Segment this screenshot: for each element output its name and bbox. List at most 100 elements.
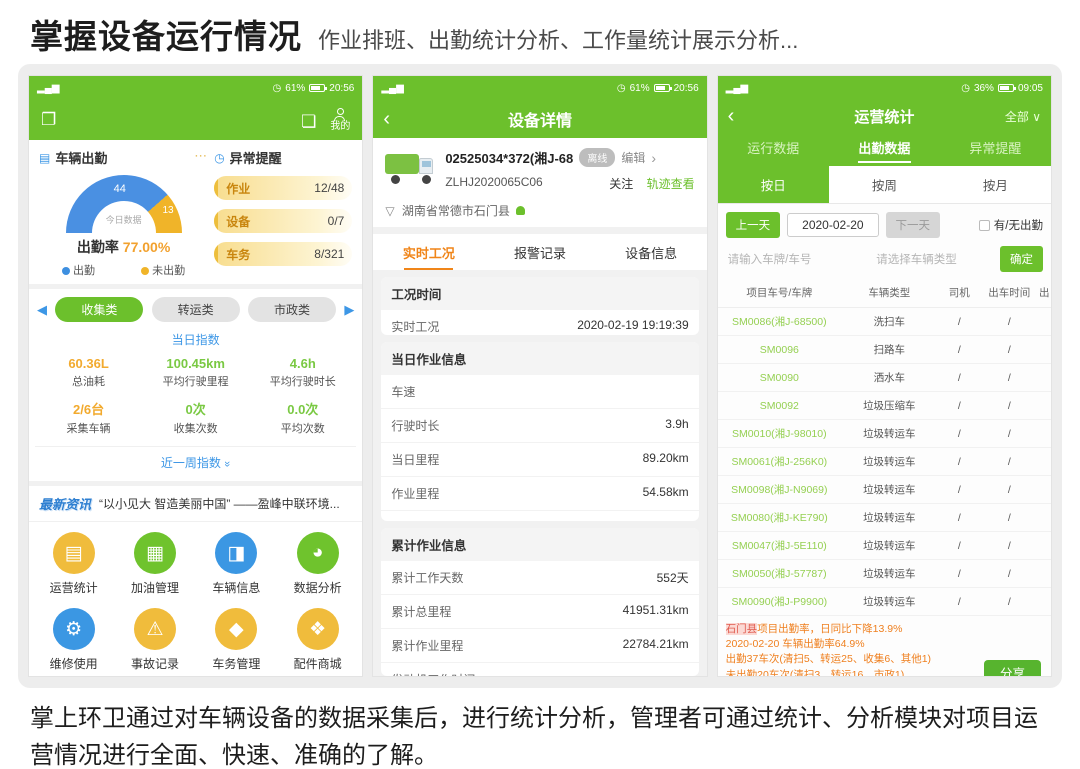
titlebar: ‹ 设备详情 <box>373 100 706 138</box>
follow-button[interactable]: 关注 <box>609 177 633 191</box>
device-tabs: 实时工况 报警记录 设备信息 <box>373 234 706 270</box>
table-row[interactable]: SM0086(湘J-68500)洗扫车// <box>718 308 1051 336</box>
week-index-link[interactable]: 近一周指数 » <box>35 446 356 471</box>
tab-running-data[interactable]: 运行数据 <box>718 132 829 166</box>
table-row[interactable]: SM0050(湘J-57787)垃圾转运车// <box>718 560 1051 588</box>
app-grid: ▤运营统计 ▦加油管理 ◨车辆信息 ◕数据分析 ⚙维修使用 ⚠事故记录 ◆车务管… <box>33 532 358 672</box>
status-badge: 离线 <box>579 148 615 167</box>
app-vehicle-info[interactable]: ◨车辆信息 <box>196 532 277 596</box>
truck-photo <box>385 150 437 184</box>
vehicle-type-select[interactable]: 请选择车辆类型 <box>874 246 992 272</box>
tab-alarm-records[interactable]: 报警记录 <box>484 243 595 270</box>
org-switch-icon[interactable]: ❐ <box>41 110 56 130</box>
confirm-button[interactable]: 确定 <box>1000 246 1043 272</box>
parts-icon: ❖ <box>297 608 339 650</box>
operation-stats-icon: ▤ <box>53 532 95 574</box>
battery-icon <box>654 84 670 92</box>
scan-icon[interactable]: ❏ <box>301 112 316 132</box>
battery-percent: 61% <box>630 83 650 94</box>
page-title: 掌握设备运行情况 <box>30 10 302 58</box>
stat-mileage: 100.45km平均行驶里程 <box>142 356 249 389</box>
next-category-icon[interactable]: ▶ <box>344 302 354 318</box>
battery-percent: 61% <box>285 83 305 94</box>
table-row[interactable]: SM0090洒水车// <box>718 364 1051 392</box>
section-title: 累计作业信息 <box>381 528 698 561</box>
signal-icon: ▂▄▆ <box>381 83 403 94</box>
signal-icon: ▂▄▆ <box>726 83 748 94</box>
daily-stats-grid: 60.36L总油耗 100.45km平均行驶里程 4.6h平均行驶时长 2/6台… <box>35 356 356 436</box>
kv-row: 累计总里程41951.31km <box>381 595 698 629</box>
share-button[interactable]: 分享 <box>984 660 1041 676</box>
tab-municipal[interactable]: 市政类 <box>248 297 336 322</box>
kv-row: 车速 <box>381 375 698 409</box>
edit-button[interactable]: 编辑 <box>621 149 645 166</box>
period-tabs: 按日 按周 按月 <box>718 166 1051 204</box>
table-row[interactable]: SM0098(湘J-N9069)垃圾转运车// <box>718 476 1051 504</box>
date-picker[interactable]: 2020-02-20 <box>787 213 878 237</box>
tab-attendance-data[interactable]: 出勤数据 <box>829 132 940 166</box>
app-fuel-management[interactable]: ▦加油管理 <box>114 532 195 596</box>
next-day-button[interactable]: 下一天 <box>886 212 941 238</box>
plate-search-input[interactable]: 请输入车牌/车号 <box>726 246 867 272</box>
attendance-table: 项目车号/车牌 车辆类型 司机 出车时间 出 SM0086(湘J-68500)洗… <box>718 278 1051 616</box>
device-location: ▽ 湖南省常德市石门县 <box>385 202 694 219</box>
filter-all-dropdown[interactable]: 全部 ∨ <box>1005 108 1041 125</box>
news-ticker[interactable]: 最新资讯 “以小见大 智造美丽中国” ——盈峰中联环境... <box>29 486 362 522</box>
track-view-link[interactable]: 轨迹查看 <box>647 177 695 191</box>
section-title: 当日作业信息 <box>381 342 698 375</box>
table-row[interactable]: SM0047(湘J-5E110)垃圾转运车// <box>718 532 1051 560</box>
tab-by-month[interactable]: 按月 <box>940 166 1051 203</box>
app-accident-records[interactable]: ⚠事故记录 <box>114 608 195 672</box>
tab-by-day[interactable]: 按日 <box>718 166 829 203</box>
app-parts-mall[interactable]: ❖配件商城 <box>277 608 358 672</box>
mine-button[interactable]: 我的 <box>330 108 350 132</box>
alerts-title: 异常提醒 <box>230 148 282 167</box>
warning-icon: ⚠ <box>134 608 176 650</box>
stat-avg-count: 0.0次平均次数 <box>249 399 356 436</box>
attendance-gauge: 44 13 今日数据 <box>66 175 182 233</box>
alert-row-device[interactable]: 设备 0/7 <box>214 209 352 233</box>
back-icon[interactable]: ‹ <box>728 105 735 128</box>
truck-icon: ◨ <box>215 532 257 574</box>
prev-category-icon[interactable]: ◀ <box>37 302 47 318</box>
tab-transfer[interactable]: 转运类 <box>152 297 240 322</box>
tab-collect[interactable]: 收集类 <box>55 297 143 322</box>
daily-index-title: 当日指数 <box>35 331 356 348</box>
more-menu-icon[interactable]: ⋯ <box>194 148 208 164</box>
summary-line: 石门县项目出勤率，日同比下降13.9% <box>726 622 1043 637</box>
alert-row-work[interactable]: 作业 12/48 <box>214 176 352 200</box>
tab-device-info[interactable]: 设备信息 <box>596 243 707 270</box>
tab-realtime-status[interactable]: 实时工况 <box>373 243 484 270</box>
rate-value: 77.00% <box>123 239 170 255</box>
caret-down-icon: ∨ <box>1032 110 1041 124</box>
table-row[interactable]: SM0096扫路车// <box>718 336 1051 364</box>
app-data-analysis[interactable]: ◕数据分析 <box>277 532 358 596</box>
attendance-filter-checkbox[interactable]: 有/无出勤 <box>979 217 1043 233</box>
section-daily-work: 当日作业信息 车速 行驶时长3.9h 当日里程89.20km 作业里程54.58… <box>381 342 698 520</box>
table-row[interactable]: SM0090(湘J-P9900)垃圾转运车// <box>718 588 1051 616</box>
prev-day-button[interactable]: 上一天 <box>726 212 781 238</box>
table-row[interactable]: SM0092垃圾压缩车// <box>718 392 1051 420</box>
blue-dot-icon <box>62 267 70 275</box>
table-row[interactable]: SM0061(湘J-256K0)垃圾转运车// <box>718 448 1051 476</box>
fuel-icon: ▦ <box>134 532 176 574</box>
chevron-right-icon[interactable]: › <box>651 150 656 166</box>
back-icon[interactable]: ‹ <box>383 108 390 131</box>
alerts-card: ◷ 异常提醒 作业 12/48 设备 0/7 车务 <box>214 148 352 278</box>
app-repair-usage[interactable]: ⚙维修使用 <box>33 608 114 672</box>
section-title: 工况时间 <box>381 277 698 310</box>
tab-abnormal-alerts[interactable]: 异常提醒 <box>940 132 1051 166</box>
clock-time: 09:05 <box>1018 83 1043 94</box>
alert-row-vehicle[interactable]: 车务 8/321 <box>214 242 352 266</box>
table-row[interactable]: SM0080(湘J-KE790)垃圾转运车// <box>718 504 1051 532</box>
app-operation-stats[interactable]: ▤运营统计 <box>33 532 114 596</box>
table-header-row: 项目车号/车牌 车辆类型 司机 出车时间 出 <box>718 278 1051 308</box>
chevron-down-icon: » <box>221 461 233 467</box>
tab-by-week[interactable]: 按周 <box>829 166 940 203</box>
rate-label: 出勤率 <box>77 239 119 255</box>
screen-title: 运营统计 <box>854 106 914 127</box>
kv-row: 发动机工作时间 <box>381 663 698 676</box>
table-row[interactable]: SM0010(湘J-98010)垃圾转运车// <box>718 420 1051 448</box>
person-icon <box>334 108 347 121</box>
app-vehicle-management[interactable]: ◆车务管理 <box>196 608 277 672</box>
